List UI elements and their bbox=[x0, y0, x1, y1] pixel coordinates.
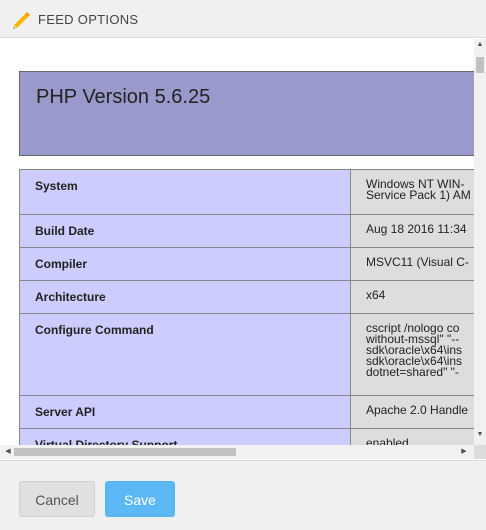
feed-preview-frame[interactable]: PHP Version 5.6.25 System Windows NT WIN… bbox=[0, 39, 486, 459]
row-key: Build Date bbox=[19, 214, 351, 248]
php-version-title: PHP Version 5.6.25 bbox=[36, 86, 211, 108]
value-line: Aug 18 2016 11:34 bbox=[366, 222, 467, 236]
scroll-down-arrow-icon[interactable]: ▼ bbox=[474, 429, 486, 441]
table-row: Compiler MSVC11 (Visual C- bbox=[19, 247, 474, 281]
row-key: Architecture bbox=[19, 280, 351, 314]
table-row: Build Date Aug 18 2016 11:34 bbox=[19, 214, 474, 248]
row-value: Windows NT WIN- Service Pack 1) AM bbox=[350, 169, 474, 215]
scroll-right-arrow-icon[interactable]: ▶ bbox=[458, 445, 470, 459]
scrollbar-corner bbox=[474, 445, 486, 459]
horizontal-scrollbar[interactable]: ◀ ▶ bbox=[0, 445, 474, 459]
row-value: x64 bbox=[350, 280, 474, 314]
pencil-icon bbox=[10, 9, 32, 31]
scroll-up-arrow-icon[interactable]: ▲ bbox=[474, 39, 486, 51]
value-line: Apache 2.0 Handle bbox=[366, 403, 469, 417]
vertical-scrollbar[interactable]: ▲ ▼ bbox=[474, 39, 486, 447]
value-line: Service Pack 1) AM bbox=[366, 188, 471, 202]
dialog-header: FEED OPTIONS bbox=[0, 0, 486, 38]
cancel-button[interactable]: Cancel bbox=[19, 481, 95, 517]
table-row: Server API Apache 2.0 Handle bbox=[19, 395, 474, 429]
dialog-footer: Cancel Save bbox=[0, 460, 486, 530]
row-value: Apache 2.0 Handle bbox=[350, 395, 474, 429]
phpinfo-table: System Windows NT WIN- Service Pack 1) AM… bbox=[19, 169, 474, 447]
table-row: Architecture x64 bbox=[19, 280, 474, 314]
scroll-left-arrow-icon[interactable]: ◀ bbox=[2, 445, 14, 459]
row-key: Server API bbox=[19, 395, 351, 429]
table-row: System Windows NT WIN- Service Pack 1) AM bbox=[19, 169, 474, 215]
php-version-banner: PHP Version 5.6.25 bbox=[19, 71, 474, 156]
value-line: MSVC11 (Visual C- bbox=[366, 255, 469, 269]
row-value: Aug 18 2016 11:34 bbox=[350, 214, 474, 248]
table-row: Configure Command cscript /nologo co with… bbox=[19, 313, 474, 396]
row-key: Configure Command bbox=[19, 313, 351, 396]
row-value: MSVC11 (Visual C- bbox=[350, 247, 474, 281]
row-value: cscript /nologo co without-mssql" "-- sdk\… bbox=[350, 313, 474, 396]
horizontal-scroll-thumb[interactable] bbox=[14, 448, 236, 456]
phpinfo-content: PHP Version 5.6.25 System Windows NT WIN… bbox=[0, 39, 474, 447]
save-button[interactable]: Save bbox=[105, 481, 175, 517]
row-key: System bbox=[19, 169, 351, 215]
dialog-title: FEED OPTIONS bbox=[38, 12, 139, 27]
value-line: dotnet=shared" "- bbox=[366, 365, 459, 379]
vertical-scroll-thumb[interactable] bbox=[476, 57, 484, 73]
value-line: x64 bbox=[366, 288, 386, 302]
row-key: Compiler bbox=[19, 247, 351, 281]
